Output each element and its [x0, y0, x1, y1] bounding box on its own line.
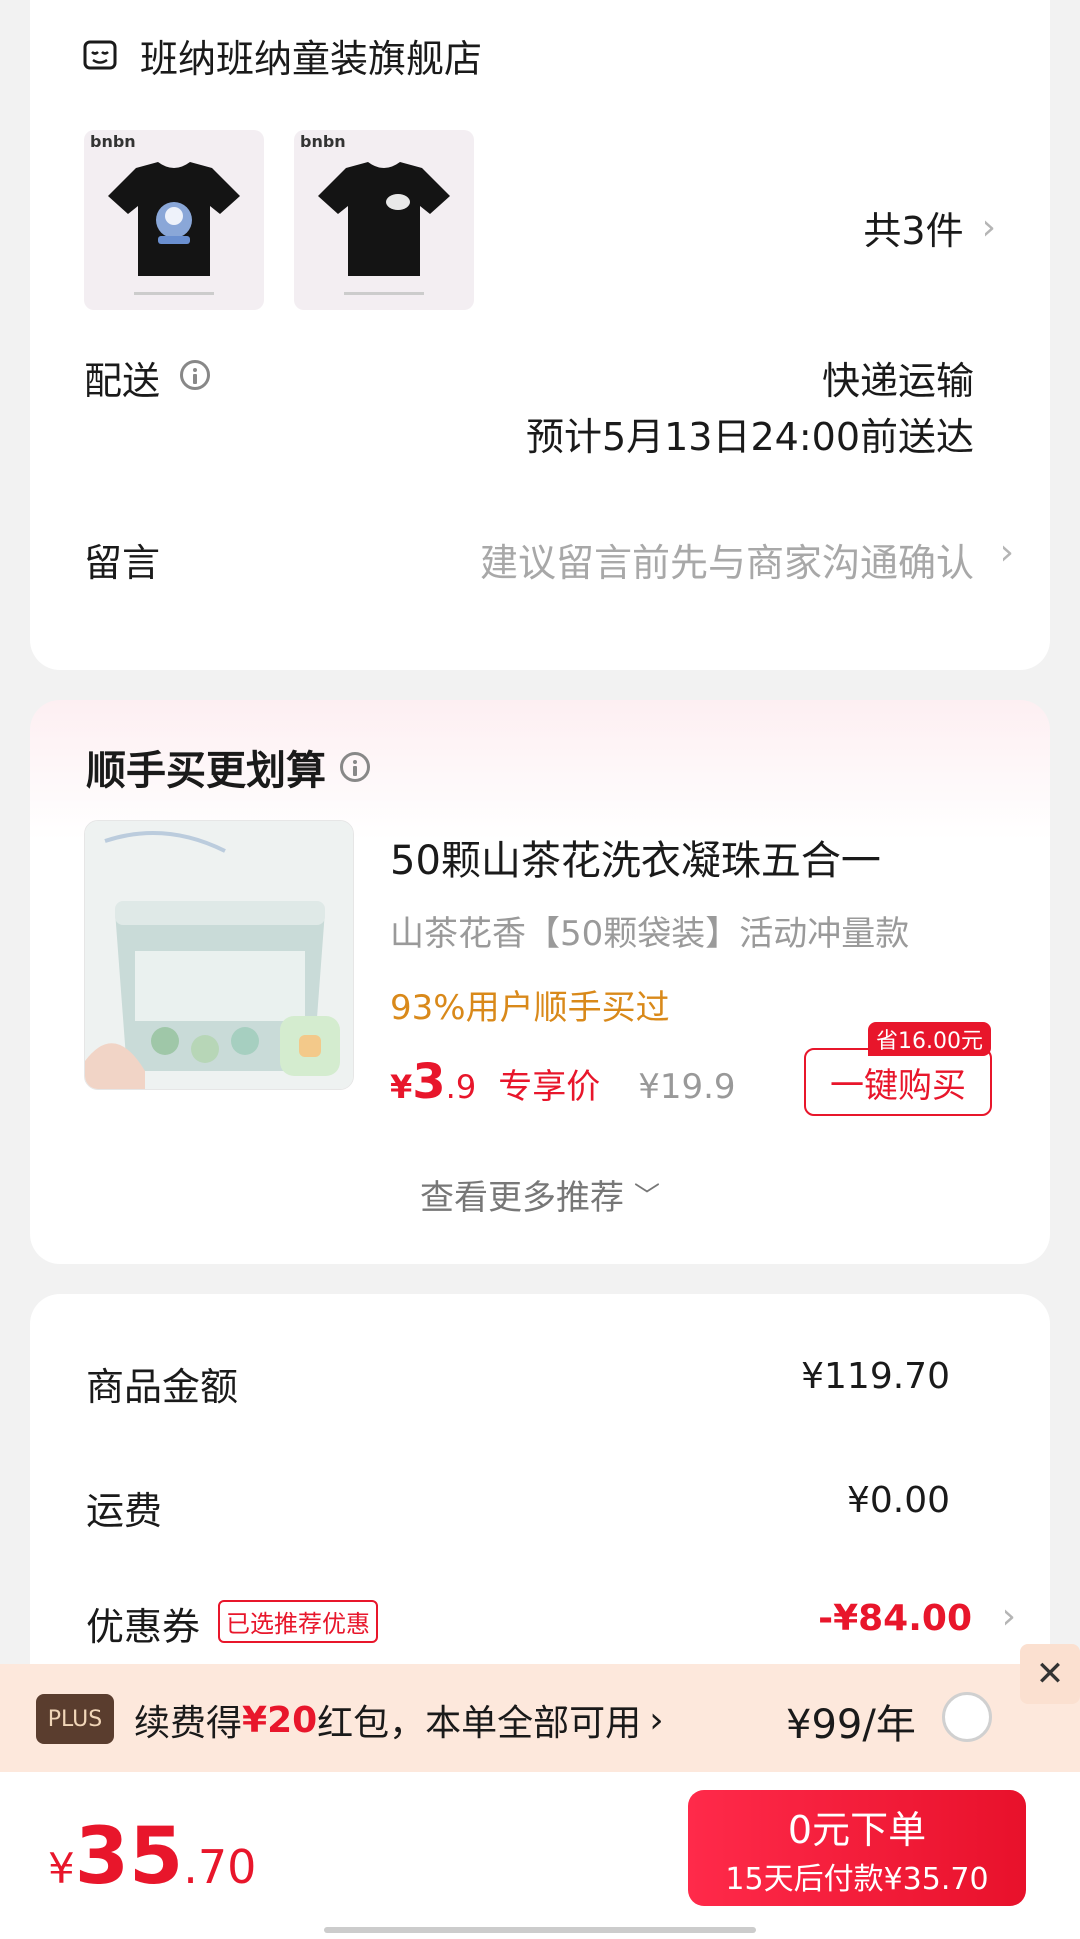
- item-count: 共3件: [863, 209, 964, 253]
- plus-promo-text[interactable]: 续费得 ¥20 红包，本单全部可用 ›: [134, 1694, 664, 1746]
- shipping-label: 运费: [86, 1489, 163, 1533]
- close-plus-button[interactable]: ✕: [1020, 1644, 1080, 1704]
- chevron-down-icon: ﹀: [633, 1182, 660, 1212]
- more-recommendations-link[interactable]: 查看更多推荐 ﹀: [30, 1170, 1050, 1219]
- message-input[interactable]: 建议留言前先与商家沟通确认: [480, 532, 974, 587]
- coupon-value: -¥84.00: [818, 1598, 972, 1639]
- delivery-label: 配送: [84, 359, 161, 403]
- chevron-right-icon: ›: [649, 1699, 664, 1741]
- brand-logo: bnbn: [300, 132, 346, 151]
- store-header[interactable]: 班纳班纳童装旗舰店: [82, 28, 482, 83]
- addon-product-image[interactable]: [84, 820, 354, 1090]
- store-name: 班纳班纳童装旗舰店: [140, 37, 483, 81]
- store-card: 班纳班纳童装旗舰店 bnbn bnbn 共3件 › 配送 快递运输 预计5月13…: [30, 0, 1050, 670]
- shipping-value: ¥0.00: [846, 1480, 950, 1521]
- coupon-row[interactable]: 优惠券 已选推荐优惠 -¥84.00 ›: [86, 1596, 1016, 1652]
- delivery-eta: 预计5月13日24:00前送达: [525, 415, 974, 459]
- addon-buyers-stat: 93%用户顺手买过: [390, 988, 670, 1028]
- plus-select-radio[interactable]: [942, 1692, 992, 1742]
- original-price: ¥19.9: [638, 1067, 736, 1107]
- product-thumbnail[interactable]: bnbn: [294, 130, 474, 310]
- coupon-label: 优惠券: [86, 1605, 201, 1649]
- plus-badge: PLUS: [36, 1694, 114, 1744]
- total-price: ¥ 35 .70: [48, 1812, 257, 1902]
- home-indicator: [324, 1927, 756, 1933]
- addon-title: 顺手买更划算: [86, 748, 326, 794]
- addon-product-spec[interactable]: 山茶花香【50颗袋装】活动冲量款: [390, 906, 909, 955]
- info-icon[interactable]: [340, 752, 370, 782]
- submit-order-button[interactable]: 0元下单 15天后付款¥35.70: [688, 1790, 1026, 1906]
- summary-card: 商品金额 ¥119.70 运费 ¥0.00 优惠券 已选推荐优惠 -¥84.00…: [30, 1294, 1050, 1694]
- tshirt-image: [108, 162, 240, 276]
- plus-price: ¥99/年: [786, 1702, 916, 1748]
- one-click-buy-button[interactable]: 一键购买: [804, 1048, 992, 1116]
- goods-amount-value: ¥119.70: [801, 1356, 950, 1397]
- chevron-right-icon: ›: [1001, 1596, 1016, 1637]
- price-tag: 专享价: [498, 1067, 601, 1107]
- close-icon: ✕: [1035, 1654, 1065, 1694]
- message-row[interactable]: 留言 建议留言前先与商家沟通确认 ›: [84, 532, 1014, 592]
- addon-card: 顺手买更划算 50颗山茶花洗衣凝珠五合一 山茶花香【50颗袋装】活动冲量款 93…: [30, 700, 1050, 1264]
- store-icon: [82, 38, 118, 74]
- addon-header: 顺手买更划算: [86, 738, 370, 796]
- tshirt-image: [318, 162, 450, 276]
- goods-amount-label: 商品金额: [86, 1365, 239, 1409]
- message-label: 留言: [84, 541, 161, 585]
- coupon-tag: 已选推荐优惠: [218, 1600, 378, 1643]
- info-icon[interactable]: [180, 360, 210, 390]
- plus-banner[interactable]: PLUS 续费得 ¥20 红包，本单全部可用 › ¥99/年 ✕: [0, 1644, 1080, 1772]
- submit-sub-label: 15天后付款¥35.70: [725, 1861, 989, 1897]
- chevron-right-icon: ›: [981, 207, 996, 248]
- chevron-right-icon: ›: [999, 532, 1014, 573]
- delivery-row[interactable]: 配送 快递运输 预计5月13日24:00前送达: [84, 350, 1004, 480]
- save-badge: 省16.00元: [868, 1022, 991, 1056]
- submit-main-label: 0元下单: [787, 1807, 927, 1852]
- delivery-method: 快递运输: [821, 359, 974, 403]
- addon-price: ¥ 3 .9 专享价 ¥19.9: [390, 1054, 736, 1110]
- brand-logo: bnbn: [90, 132, 136, 151]
- item-count-link[interactable]: 共3件 ›: [863, 200, 996, 255]
- laundry-pods-image: [85, 821, 353, 1089]
- addon-product-title[interactable]: 50颗山茶花洗衣凝珠五合一: [390, 828, 881, 886]
- bottom-bar: ¥ 35 .70 0元下单 15天后付款¥35.70: [0, 1772, 1080, 1939]
- product-thumbnail[interactable]: bnbn: [84, 130, 264, 310]
